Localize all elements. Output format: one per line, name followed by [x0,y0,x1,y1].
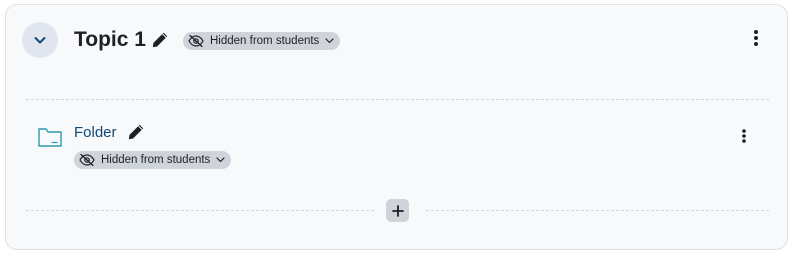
section-actions-menu[interactable] [748,27,764,49]
add-divider-right [426,210,769,211]
eye-slash-icon [188,34,204,48]
chevron-down-icon [325,36,334,46]
activity-actions-menu[interactable] [736,125,752,147]
kebab-vertical-icon [742,129,746,143]
kebab-vertical-icon [754,30,758,46]
activity-visibility-label: Hidden from students [101,154,211,166]
section-visibility-badge[interactable]: Hidden from students [183,32,340,50]
activity-visibility-badge[interactable]: Hidden from students [74,151,231,169]
section-collapse-button[interactable] [22,22,58,58]
chevron-down-icon [34,37,46,44]
pencil-icon [152,32,168,48]
folder-icon [37,125,63,149]
section-card: Topic 1 Hidden from students Folder Hidd… [5,4,788,250]
activity-name-link[interactable]: Folder [74,123,117,143]
eye-slash-icon [79,153,95,167]
section-divider [26,99,769,100]
pencil-icon [128,124,144,140]
add-content-button[interactable] [386,199,409,222]
section-visibility-label: Hidden from students [210,35,320,47]
edit-section-title-button[interactable] [150,30,170,50]
edit-activity-name-button[interactable] [126,122,146,142]
plus-icon [391,204,404,217]
chevron-down-icon [216,155,225,165]
add-divider-left [26,210,374,211]
section-title: Topic 1 [74,28,146,51]
